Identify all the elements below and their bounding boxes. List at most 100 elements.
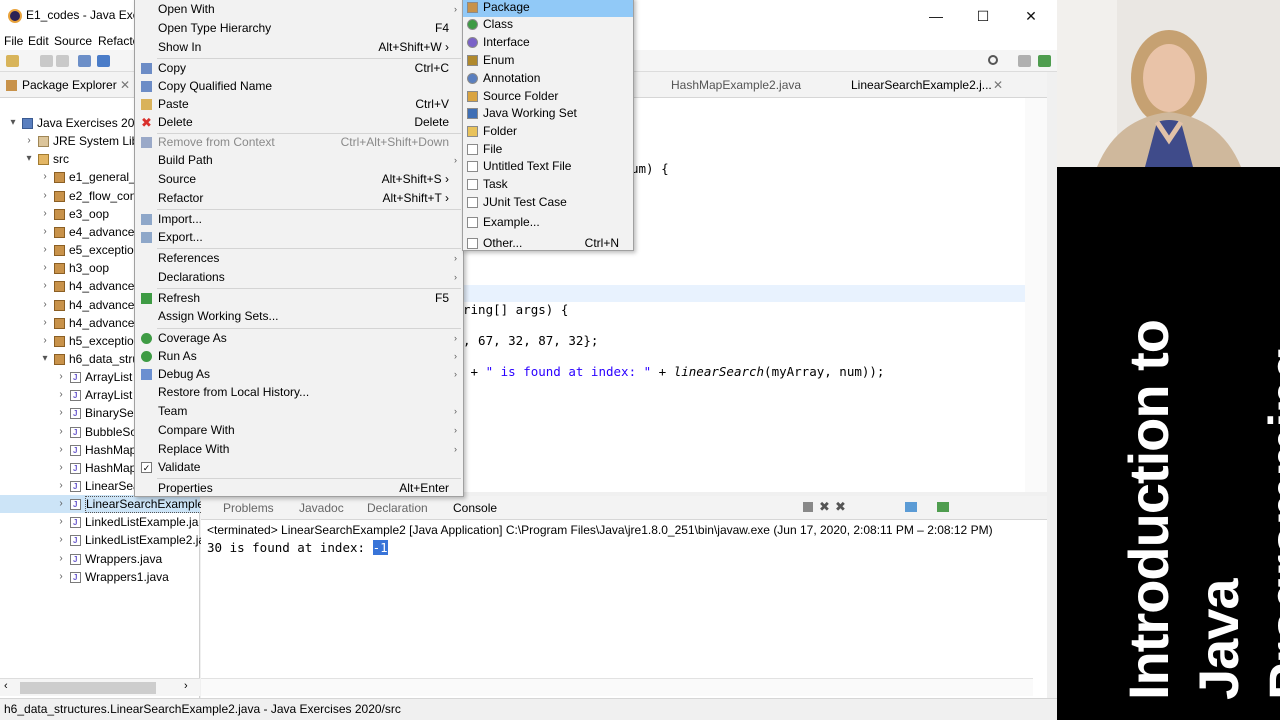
new-annotation[interactable]: Annotation (463, 69, 633, 88)
collapsed-icon[interactable]: › (56, 568, 66, 586)
menu-item-export[interactable]: Export... (135, 228, 463, 247)
vertical-scrollbar[interactable] (1025, 98, 1047, 492)
menu-source[interactable]: Source (54, 34, 92, 48)
menu-edit[interactable]: Edit (28, 34, 49, 48)
tree-row[interactable]: › Wrappers1.java (0, 568, 200, 587)
tab-hashmap-example2[interactable]: HashMapExample2.java (671, 78, 801, 92)
collapsed-icon[interactable]: › (24, 132, 34, 150)
menu-item-properties[interactable]: Properties Alt+Enter (135, 479, 463, 498)
menu-item-build-path[interactable]: Build Path › (135, 151, 463, 170)
scrollbar-thumb[interactable] (20, 682, 156, 694)
menu-item-delete[interactable]: ✖ Delete Delete (135, 113, 463, 132)
new-example[interactable]: Example... (463, 213, 633, 232)
scroll-right-icon[interactable]: › (184, 680, 188, 692)
console-scrollbar[interactable] (201, 678, 1033, 696)
open-perspective-icon[interactable] (1018, 55, 1031, 67)
collapsed-icon[interactable]: › (56, 386, 66, 404)
menu-item-debug-as[interactable]: Debug As › (135, 365, 463, 384)
new-task[interactable]: Task (463, 175, 633, 194)
close-button[interactable]: ✕ (1008, 4, 1054, 28)
menu-item-references[interactable]: References › (135, 249, 463, 268)
save-all-icon[interactable] (56, 55, 69, 67)
menu-item-assign-working-sets[interactable]: Assign Working Sets... (135, 307, 463, 326)
console-output-value[interactable]: -1 (372, 540, 388, 555)
menu-item-copy[interactable]: Copy Ctrl+C (135, 59, 463, 78)
tab-linear-search-example2[interactable]: LinearSearchExample2.j... (851, 78, 992, 92)
collapsed-icon[interactable]: › (56, 495, 66, 513)
collapsed-icon[interactable]: › (40, 168, 50, 186)
collapsed-icon[interactable]: › (40, 296, 50, 314)
collapsed-icon[interactable]: › (56, 404, 66, 422)
menu-item-source[interactable]: Source Alt+Shift+S › (135, 170, 463, 189)
menu-item-declarations[interactable]: Declarations › (135, 268, 463, 287)
expanded-icon[interactable]: ▾ (24, 150, 34, 168)
menu-file[interactable]: File (4, 34, 23, 48)
package-explorer-tab[interactable]: Package Explorer (22, 78, 117, 92)
save-icon[interactable] (40, 55, 53, 67)
collapsed-icon[interactable]: › (56, 513, 66, 531)
new-junit-test-case[interactable]: JUnit Test Case (463, 193, 633, 212)
menu-item-open-type-hierarchy[interactable]: Open Type Hierarchy F4 (135, 19, 463, 38)
collapsed-icon[interactable]: › (56, 368, 66, 386)
collapsed-icon[interactable]: › (56, 441, 66, 459)
tree-row[interactable]: › Wrappers.java (0, 550, 200, 569)
new-other[interactable]: Other... Ctrl+N (463, 234, 633, 253)
menu-item-import[interactable]: Import... (135, 210, 463, 229)
collapsed-icon[interactable]: › (40, 187, 50, 205)
search-icon[interactable] (988, 55, 998, 65)
collapsed-icon[interactable]: › (56, 423, 66, 441)
collapsed-icon[interactable]: › (40, 314, 50, 332)
tab-console[interactable]: Console (453, 501, 497, 515)
debug-toolbar-icon[interactable] (78, 55, 91, 67)
collapsed-icon[interactable]: › (40, 259, 50, 277)
new-enum[interactable]: Enum (463, 51, 633, 70)
terminate-icon[interactable] (803, 502, 813, 512)
new-folder[interactable]: Folder (463, 122, 633, 141)
collapsed-icon[interactable]: › (56, 459, 66, 477)
tab-declaration[interactable]: Declaration (367, 501, 428, 515)
remove-all-icon[interactable]: ✖ (835, 499, 846, 515)
menu-item-run-as[interactable]: Run As › (135, 347, 463, 366)
menu-item-compare-with[interactable]: Compare With › (135, 421, 463, 440)
menu-item-show-in[interactable]: Show In Alt+Shift+W › (135, 38, 463, 57)
horizontal-scrollbar[interactable]: ‹ › (0, 678, 200, 696)
collapsed-icon[interactable]: › (40, 332, 50, 350)
tab-problems[interactable]: Problems (223, 501, 274, 515)
tree-row[interactable]: › LinkedListExample2.ja (0, 531, 205, 550)
collapsed-icon[interactable]: › (40, 277, 50, 295)
display-console-icon[interactable] (937, 502, 949, 512)
minimize-button[interactable]: — (913, 4, 959, 28)
tab-javadoc[interactable]: Javadoc (299, 501, 344, 515)
scroll-left-icon[interactable]: ‹ (4, 680, 8, 692)
close-tab-icon[interactable]: ✕ (993, 78, 1003, 92)
collapsed-icon[interactable]: › (40, 223, 50, 241)
menu-item-coverage-as[interactable]: Coverage As › (135, 329, 463, 348)
pin-console-icon[interactable] (905, 502, 917, 512)
menu-item-copy-qualified-name[interactable]: Copy Qualified Name (135, 77, 463, 96)
menu-item-validate[interactable]: ✓ Validate (135, 458, 463, 477)
new-untitled-text-file[interactable]: Untitled Text File (463, 157, 633, 176)
collapsed-icon[interactable]: › (56, 477, 66, 495)
collapsed-icon[interactable]: › (56, 550, 66, 568)
maximize-button[interactable]: ☐ (960, 4, 1006, 28)
menu-item-refactor[interactable]: Refactor Alt+Shift+T › (135, 189, 463, 208)
expanded-icon[interactable]: ▾ (40, 350, 50, 368)
collapsed-icon[interactable]: › (56, 531, 66, 549)
collapsed-icon[interactable]: › (40, 205, 50, 223)
tree-row[interactable]: › LinkedListExample.ja (0, 513, 200, 532)
new-class[interactable]: Class (463, 15, 633, 34)
close-tab-icon[interactable]: ✕ (120, 78, 130, 92)
menu-item-refresh[interactable]: Refresh F5 (135, 289, 463, 308)
new-icon[interactable] (6, 55, 19, 67)
menu-item-paste[interactable]: Paste Ctrl+V (135, 95, 463, 114)
settings-toolbar-icon[interactable] (97, 55, 110, 67)
menu-item-restore-from-local-history[interactable]: Restore from Local History... (135, 383, 463, 402)
remove-launch-icon[interactable]: ✖ (819, 499, 830, 515)
menu-item-remove-from-context[interactable]: Remove from Context Ctrl+Alt+Shift+Down (135, 133, 463, 152)
menu-item-team[interactable]: Team › (135, 402, 463, 421)
menu-item-open-with[interactable]: Open With › (135, 0, 463, 19)
new-interface[interactable]: Interface (463, 33, 633, 52)
expanded-icon[interactable]: ▾ (8, 114, 18, 132)
collapsed-icon[interactable]: › (40, 241, 50, 259)
java-perspective-icon[interactable] (1038, 55, 1051, 67)
